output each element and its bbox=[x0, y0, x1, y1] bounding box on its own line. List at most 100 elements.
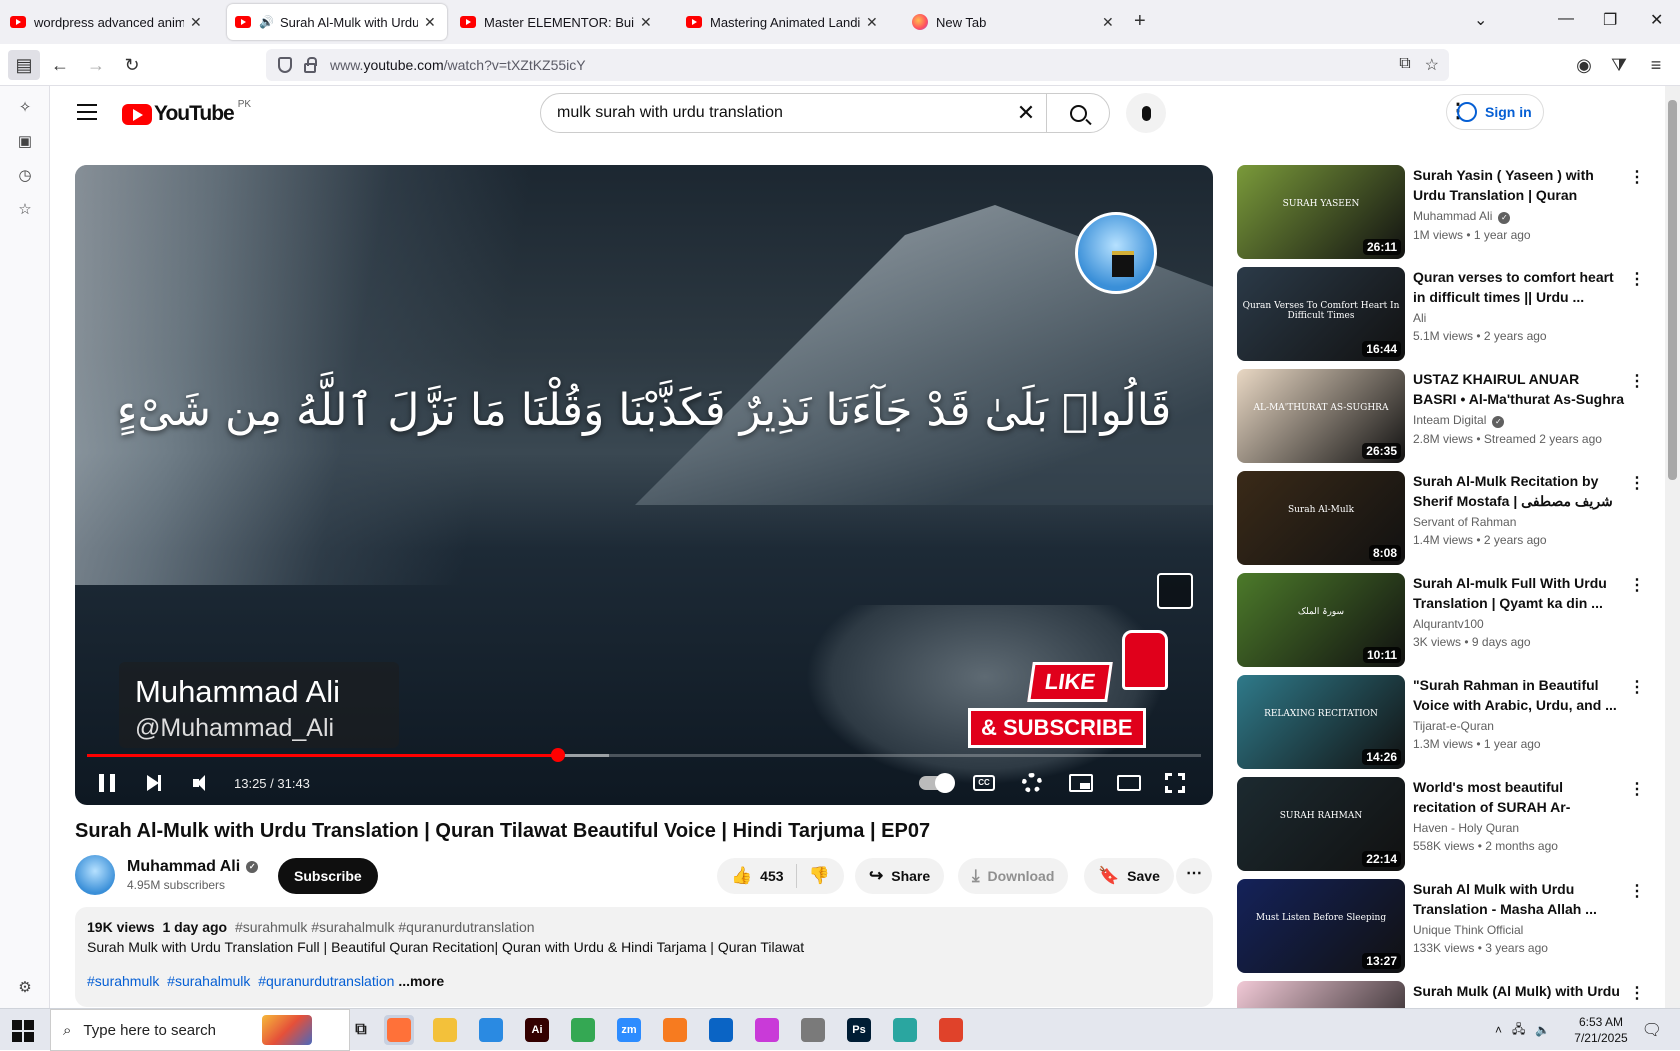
recommendation-item[interactable]: SURAH RAHMAN 22:14 World's most beautiful … bbox=[1237, 777, 1657, 871]
action-menu-icon[interactable]: ⋮ bbox=[1629, 779, 1645, 799]
scrubber-knob[interactable] bbox=[550, 748, 565, 762]
recommendation-item[interactable]: RELAXING RECITATION 14:26 "Surah Rahman in… bbox=[1237, 675, 1657, 769]
voice-search-button[interactable] bbox=[1126, 93, 1166, 133]
photoshop-app-icon[interactable]: Ps bbox=[844, 1015, 874, 1045]
recommendation-channel[interactable]: Ali bbox=[1413, 311, 1625, 325]
action-menu-icon[interactable]: ⋮ bbox=[1629, 473, 1645, 493]
recommendation-item[interactable]: Surah Mulk (Al Mulk) with Urdu ⋮ bbox=[1237, 981, 1657, 1008]
illustrator-app-icon[interactable]: Ai bbox=[522, 1015, 552, 1045]
close-window-icon[interactable]: ✕ bbox=[1650, 10, 1663, 30]
recommendation-channel[interactable]: Tijarat-e-Quran bbox=[1413, 719, 1625, 733]
browser-tab[interactable]: New Tab ✕ bbox=[904, 4, 1126, 40]
action-menu-icon[interactable]: ⋮ bbox=[1629, 371, 1645, 391]
guide-menu-icon[interactable] bbox=[77, 104, 97, 120]
next-button[interactable] bbox=[147, 763, 161, 803]
close-tab-icon[interactable]: ✕ bbox=[424, 14, 436, 31]
video-thumbnail[interactable]: RELAXING RECITATION 14:26 bbox=[1237, 675, 1405, 769]
windows-start-icon[interactable] bbox=[12, 1020, 34, 1042]
video-player[interactable]: قَالُوا۟ بَلَىٰ قَدْ جَآءَنَا نَذِيرٌ فَ… bbox=[75, 165, 1213, 805]
recommendation-item[interactable]: SURAH YASEEN 26:11 Surah Yasin ( Yaseen ) … bbox=[1237, 165, 1657, 259]
clock[interactable]: 6:53 AM 7/21/2025 bbox=[1574, 1014, 1627, 1046]
more-actions-button[interactable]: ⋯ bbox=[1176, 858, 1212, 894]
file-explorer-app-icon[interactable] bbox=[430, 1015, 460, 1045]
firefox-app-icon[interactable] bbox=[384, 1015, 414, 1045]
save-button[interactable]: 🔖 Save bbox=[1084, 858, 1174, 894]
list-all-tabs-icon[interactable]: ⌄ bbox=[1474, 10, 1487, 30]
customize-sidebar-icon[interactable]: ⚙ bbox=[15, 978, 35, 998]
video-thumbnail[interactable]: SURAH YASEEN 26:11 bbox=[1237, 165, 1405, 259]
browser-tab[interactable]: Mastering Animated Landing Pa ✕ bbox=[678, 4, 896, 40]
xampp-app-icon[interactable] bbox=[660, 1015, 690, 1045]
extensions-icon[interactable]: ⧩ bbox=[1605, 52, 1633, 78]
page-scrollbar[interactable] bbox=[1665, 86, 1680, 1008]
outlook-app-icon[interactable] bbox=[706, 1015, 736, 1045]
recommendation-title[interactable]: Surah Mulk (Al Mulk) with Urdu bbox=[1413, 981, 1625, 1001]
video-thumbnail[interactable]: Must Listen Before Sleeping 13:27 bbox=[1237, 879, 1405, 973]
history-icon[interactable]: ◷ bbox=[15, 166, 35, 186]
recommendation-title[interactable]: Quran verses to comfort heart in difficu… bbox=[1413, 267, 1625, 307]
forward-icon[interactable]: → bbox=[82, 52, 110, 78]
url-text[interactable]: www.youtube.com/watch?v=tXZtKZ55icY bbox=[330, 57, 586, 73]
recommendation-item[interactable]: Surah Al-Mulk 8:08 Surah Al-Mulk Recitatio… bbox=[1237, 471, 1657, 565]
show-more-link[interactable]: ...more bbox=[398, 973, 444, 989]
clear-search-icon[interactable]: ✕ bbox=[1006, 100, 1046, 126]
top-hashtags[interactable]: #surahmulk #surahalmulk #quranurdutransl… bbox=[235, 919, 535, 935]
subtitles-button[interactable]: CC bbox=[973, 763, 995, 803]
speaker-icon[interactable]: 🔊 bbox=[259, 15, 274, 29]
browser-tab[interactable]: Master ELEMENTOR: Build a Res ✕ bbox=[452, 4, 670, 40]
theater-mode-button[interactable] bbox=[1117, 763, 1141, 803]
like-count[interactable]: 453 bbox=[760, 868, 783, 884]
recommendation-title[interactable]: Surah Al-Mulk Recitation by Sherif Mosta… bbox=[1413, 471, 1625, 511]
minimize-icon[interactable]: — bbox=[1558, 10, 1574, 28]
hashtag-link[interactable]: #quranurdutranslation bbox=[258, 973, 394, 989]
new-tab-icon[interactable]: + bbox=[1134, 10, 1146, 33]
figma-app-icon[interactable] bbox=[936, 1015, 966, 1045]
close-tab-icon[interactable]: ✕ bbox=[1102, 14, 1114, 31]
description-box[interactable]: 19K views 1 day ago #surahmulk #surahalm… bbox=[75, 907, 1213, 1007]
channel-avatar[interactable] bbox=[75, 855, 115, 895]
sketch-app-icon[interactable] bbox=[890, 1015, 920, 1045]
chrome-app-icon[interactable] bbox=[568, 1015, 598, 1045]
action-menu-icon[interactable]: ⋮ bbox=[1629, 881, 1645, 901]
video-thumbnail[interactable]: Surah Al-Mulk 8:08 bbox=[1237, 471, 1405, 565]
action-menu-icon[interactable]: ⋮ bbox=[1629, 575, 1645, 595]
miniplayer-button[interactable] bbox=[1069, 763, 1093, 803]
ai-chatbot-icon[interactable]: ✧ bbox=[15, 98, 35, 118]
zoom-app-icon[interactable]: zm bbox=[614, 1015, 644, 1045]
task-view-icon[interactable]: ⧉ bbox=[346, 1015, 376, 1045]
action-menu-icon[interactable]: ⋮ bbox=[1629, 983, 1645, 1003]
recommendation-title[interactable]: Surah Al-mulk Full With Urdu Translation… bbox=[1413, 573, 1625, 613]
recommendation-channel[interactable]: Alqurantv100 bbox=[1413, 617, 1625, 631]
back-icon[interactable]: ← bbox=[46, 52, 74, 78]
video-thumbnail[interactable]: Quran Verses To Comfort Heart In Difficu… bbox=[1237, 267, 1405, 361]
dislike-icon[interactable]: 👎 bbox=[809, 866, 830, 886]
recommendation-channel[interactable]: Servant of Rahman bbox=[1413, 515, 1625, 529]
browser-tab-active[interactable]: 🔊 Surah Al-Mulk with Urdu Tr ✕ bbox=[227, 4, 447, 40]
share-button[interactable]: ↪ Share bbox=[855, 858, 945, 894]
subscribe-button[interactable]: Subscribe bbox=[278, 858, 378, 894]
channel-name[interactable]: Muhammad Ali bbox=[127, 858, 240, 876]
show-hidden-icons-icon[interactable]: ˄ bbox=[1495, 1023, 1502, 1037]
tracking-protection-icon[interactable] bbox=[278, 57, 292, 73]
hashtag-link[interactable]: #surahalmulk bbox=[167, 973, 250, 989]
download-button[interactable]: ⤓ Download bbox=[958, 858, 1069, 894]
settings-button[interactable] bbox=[1022, 763, 1042, 803]
bookmark-star-icon[interactable]: ☆ bbox=[1425, 55, 1439, 75]
close-tab-icon[interactable]: ✕ bbox=[640, 14, 652, 31]
network-icon[interactable]: 🖧 bbox=[1512, 1020, 1525, 1041]
vscode-app-icon[interactable] bbox=[476, 1015, 506, 1045]
pen-tool-app-icon[interactable] bbox=[798, 1015, 828, 1045]
recommendation-title[interactable]: World's most beautiful recitation of SUR… bbox=[1413, 777, 1625, 817]
video-thumbnail[interactable]: AL-MA'THURAT AS-SUGHRA 26:35 bbox=[1237, 369, 1405, 463]
address-bar[interactable]: www.youtube.com/watch?v=tXZtKZ55icY ⧉ ☆ bbox=[266, 49, 1449, 81]
picture-in-picture-icon[interactable]: ⧉ bbox=[1399, 55, 1410, 75]
recommendation-channel[interactable]: Haven - Holy Quran bbox=[1413, 821, 1625, 835]
video-thumbnail[interactable] bbox=[1237, 981, 1405, 1008]
recommendation-title[interactable]: USTAZ KHAIRUL ANUAR BASRI • Al-Ma'thurat… bbox=[1413, 369, 1625, 409]
recommendation-item[interactable]: سورۃ الملک 10:11 Surah Al-mulk Full With U… bbox=[1237, 573, 1657, 667]
search-box[interactable]: mulk surah with urdu translation ✕ bbox=[540, 93, 1110, 133]
search-input[interactable]: mulk surah with urdu translation bbox=[557, 104, 1006, 122]
notifications-icon[interactable]: 🗨 bbox=[1642, 1020, 1662, 1040]
autoplay-toggle[interactable] bbox=[919, 763, 955, 803]
recommendation-item[interactable]: Quran Verses To Comfort Heart In Difficu… bbox=[1237, 267, 1657, 361]
